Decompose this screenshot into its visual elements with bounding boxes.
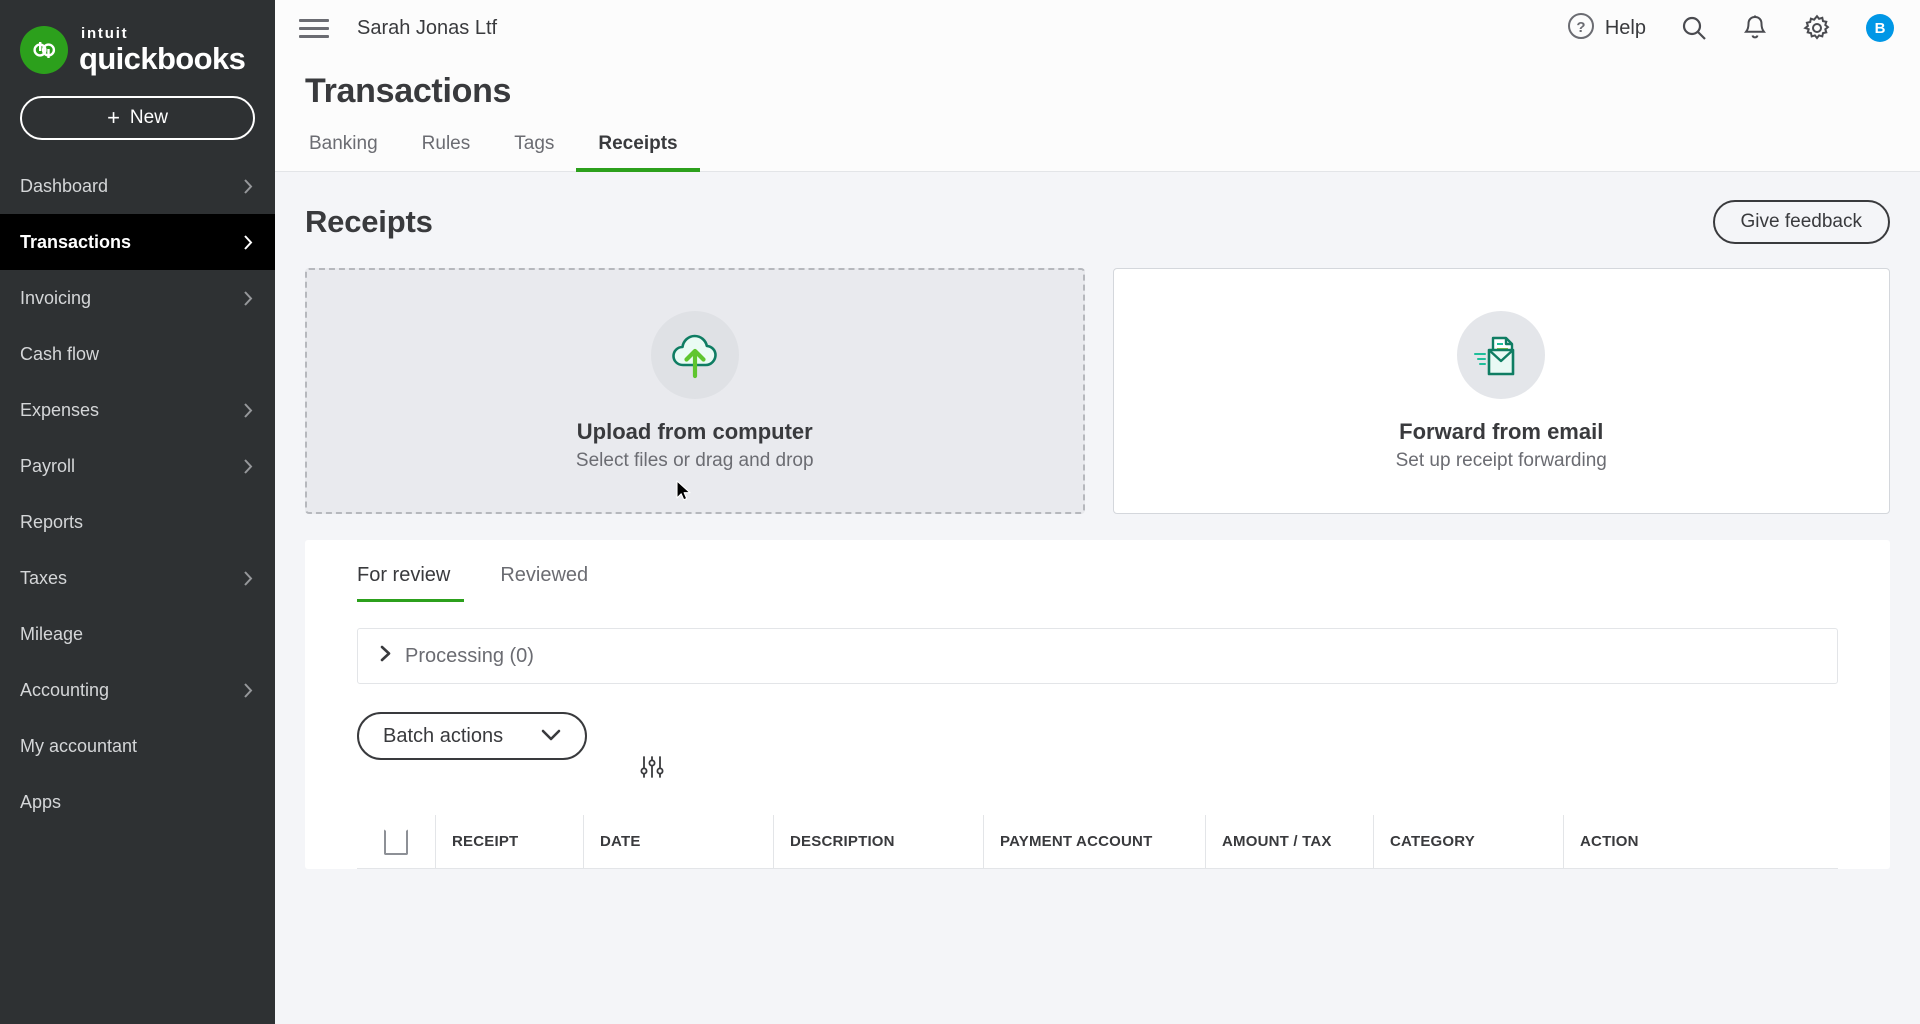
sidebar-item-expenses[interactable]: Expenses — [0, 382, 275, 438]
tab-for-review[interactable]: For review — [357, 564, 465, 602]
sidebar-item-cash-flow[interactable]: Cash flow — [0, 326, 275, 382]
page-tabs: Banking Rules Tags Receipts — [275, 111, 1920, 172]
tab-reviewed[interactable]: Reviewed — [486, 564, 602, 602]
batch-actions-button[interactable]: Batch actions — [357, 712, 588, 760]
sidebar-item-label: Accounting — [20, 679, 110, 700]
logo-quickbooks-text: quickbooks — [79, 41, 246, 76]
column-header-category[interactable]: CATEGORY — [1373, 815, 1563, 868]
sidebar-item-label: Expenses — [20, 399, 100, 420]
sidebar-item-payroll[interactable]: Payroll — [0, 438, 275, 494]
chevron-right-icon — [244, 682, 253, 698]
bell-icon[interactable] — [1742, 14, 1768, 42]
svg-text:?: ? — [1576, 19, 1585, 36]
receipts-heading: Receipts — [305, 204, 433, 239]
chevron-right-icon — [244, 234, 253, 250]
sidebar-item-accounting[interactable]: Accounting — [0, 662, 275, 718]
upload-options: Upload from computer Select files or dra… — [305, 268, 1890, 514]
sidebar-item-label: Apps — [20, 791, 62, 812]
quickbooks-logo-icon — [20, 26, 68, 74]
page-header: Transactions Banking Rules Tags Receipts — [275, 56, 1920, 172]
tab-receipts[interactable]: Receipts — [576, 133, 700, 172]
question-circle-icon: ? — [1566, 11, 1596, 46]
sidebar-item-label: Dashboard — [20, 175, 109, 196]
logo-intuit-text: intuit — [81, 25, 129, 42]
chevron-right-icon — [244, 402, 253, 418]
card-subtitle: Set up receipt forwarding — [1395, 449, 1607, 471]
give-feedback-button[interactable]: Give feedback — [1712, 200, 1890, 244]
top-bar: Sarah Jonas Ltf ? Help B — [275, 0, 1920, 56]
card-title: Forward from email — [1399, 418, 1604, 444]
sliders-filter-icon[interactable] — [639, 754, 665, 785]
chevron-right-icon — [244, 570, 253, 586]
sidebar-item-taxes[interactable]: Taxes — [0, 550, 275, 606]
main-area: Sarah Jonas Ltf ? Help B Transactions Ba… — [275, 0, 1920, 1024]
brand-logo[interactable]: intuit quickbooks — [0, 0, 275, 80]
help-label: Help — [1604, 16, 1646, 39]
sidebar-item-label: Payroll — [20, 455, 76, 476]
sidebar-item-mileage[interactable]: Mileage — [0, 606, 275, 662]
chevron-right-icon — [244, 290, 253, 306]
tab-tags[interactable]: Tags — [492, 133, 576, 172]
column-header-action[interactable]: ACTION — [1563, 815, 1838, 868]
table-actions: Batch actions — [305, 684, 1890, 785]
batch-actions-label: Batch actions — [383, 724, 504, 747]
sidebar-item-label: Invoicing — [20, 287, 92, 308]
column-header-description[interactable]: DESCRIPTION — [773, 815, 983, 868]
sidebar-item-apps[interactable]: Apps — [0, 774, 275, 830]
gear-icon[interactable] — [1802, 13, 1832, 43]
table-header-row: RECEIPT DATE DESCRIPTION PAYMENT ACCOUNT… — [357, 815, 1838, 869]
column-header-amount-tax[interactable]: AMOUNT / TAX — [1205, 815, 1373, 868]
upload-from-computer-card[interactable]: Upload from computer Select files or dra… — [305, 268, 1085, 514]
page-title: Transactions — [305, 72, 512, 110]
sidebar-item-label: Mileage — [20, 623, 84, 644]
select-all-cell — [357, 815, 435, 868]
search-icon[interactable] — [1680, 14, 1708, 42]
receipts-header-row: Receipts Give feedback — [305, 172, 1890, 268]
sidebar-nav: Dashboard Transactions Invoicing Cash fl… — [0, 158, 275, 830]
sidebar-item-label: My accountant — [20, 735, 138, 756]
card-subtitle: Select files or drag and drop — [575, 449, 814, 471]
column-header-receipt[interactable]: RECEIPT — [435, 815, 583, 868]
receipts-sub-tabs: For review Reviewed — [305, 540, 1890, 602]
cloud-upload-icon — [650, 310, 739, 399]
sidebar: intuit quickbooks + New Dashboard Transa… — [0, 0, 275, 1024]
company-name: Sarah Jonas Ltf — [357, 16, 498, 39]
top-bar-actions: ? Help B — [1566, 11, 1894, 46]
receipts-panel: For review Reviewed Processing (0) Batch… — [305, 540, 1890, 869]
hamburger-icon[interactable] — [299, 18, 329, 38]
new-button-label: New — [129, 107, 168, 128]
email-receipt-icon — [1457, 310, 1546, 399]
receipts-table: RECEIPT DATE DESCRIPTION PAYMENT ACCOUNT… — [357, 815, 1838, 869]
chevron-down-icon — [541, 725, 561, 748]
sidebar-item-my-accountant[interactable]: My accountant — [0, 718, 275, 774]
sidebar-item-label: Reports — [20, 511, 84, 532]
sidebar-item-label: Taxes — [20, 567, 68, 588]
sidebar-item-label: Transactions — [20, 231, 132, 252]
chevron-right-icon — [244, 458, 253, 474]
new-button[interactable]: + New — [20, 96, 255, 140]
sidebar-item-invoicing[interactable]: Invoicing — [0, 270, 275, 326]
processing-accordion[interactable]: Processing (0) — [357, 628, 1838, 684]
tab-banking[interactable]: Banking — [305, 133, 400, 172]
chevron-right-icon — [380, 645, 391, 667]
select-all-checkbox[interactable] — [384, 828, 408, 855]
forward-from-email-card[interactable]: Forward from email Set up receipt forwar… — [1112, 268, 1890, 514]
card-title: Upload from computer — [576, 418, 813, 444]
avatar[interactable]: B — [1866, 14, 1894, 42]
sidebar-item-label: Cash flow — [20, 343, 100, 364]
column-header-date[interactable]: DATE — [583, 815, 773, 868]
sidebar-item-transactions[interactable]: Transactions — [0, 214, 275, 270]
sidebar-item-reports[interactable]: Reports — [0, 494, 275, 550]
chevron-right-icon — [244, 178, 253, 194]
plus-icon: + — [107, 105, 120, 130]
sidebar-item-dashboard[interactable]: Dashboard — [0, 158, 275, 214]
help-button[interactable]: ? Help — [1566, 11, 1646, 46]
page-content: Receipts Give feedback Upload from compu… — [275, 172, 1920, 1024]
column-header-payment-account[interactable]: PAYMENT ACCOUNT — [983, 815, 1205, 868]
tab-rules[interactable]: Rules — [400, 133, 493, 172]
processing-label: Processing (0) — [405, 644, 534, 667]
